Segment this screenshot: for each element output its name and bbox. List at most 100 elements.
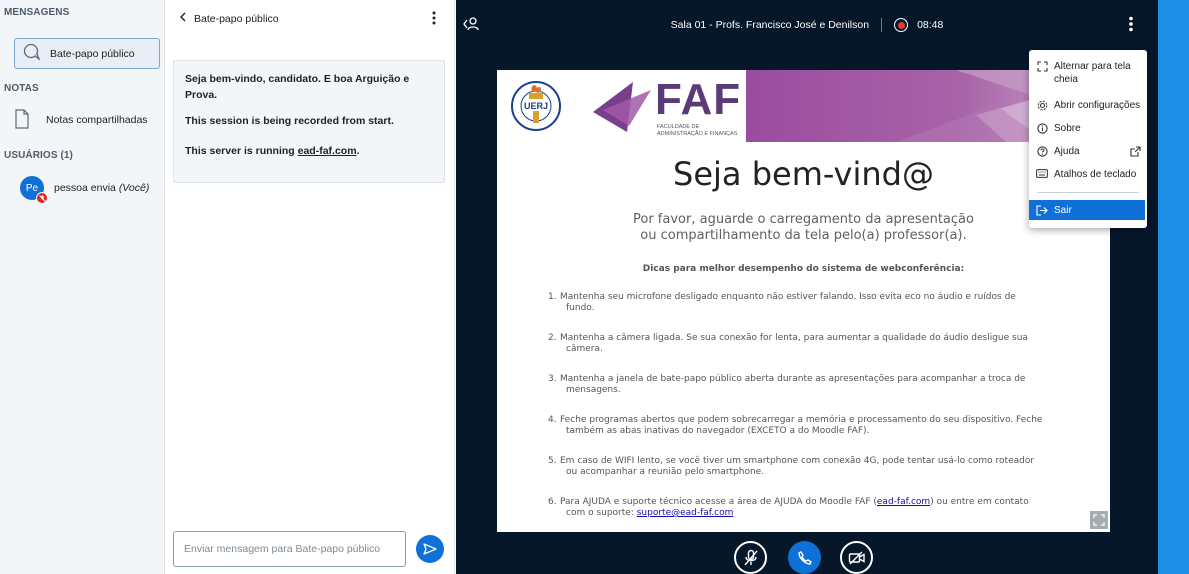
share-webcam-button[interactable] bbox=[840, 541, 873, 574]
menu-item-shortcuts[interactable]: Atalhos de teclado bbox=[1035, 168, 1143, 181]
keyboard-icon bbox=[1035, 169, 1049, 178]
recording-time: 08:48 bbox=[917, 19, 944, 31]
menu-item-about[interactable]: Sobre bbox=[1035, 122, 1143, 135]
tip-item: 3. Mantenha a janela de bate-papo público… bbox=[548, 374, 1088, 415]
server-notice: This server is running ead-faf.com. bbox=[185, 143, 433, 159]
menu-label: Atalhos de teclado bbox=[1054, 169, 1137, 180]
expand-icon bbox=[1093, 514, 1105, 526]
uerj-logo: UERJ bbox=[510, 79, 562, 133]
tip-item: 1. Mantenha seu microfone desligado enqua… bbox=[548, 292, 1088, 333]
send-icon bbox=[423, 543, 437, 555]
conference-app: MENSAGENS Bate-papo público NOTAS Notas … bbox=[0, 0, 1189, 574]
mic-off-icon bbox=[743, 549, 758, 565]
meeting-title-bar: Sala 01 - Profs. Francisco José e Denils… bbox=[456, 18, 1158, 32]
info-icon bbox=[1035, 123, 1049, 134]
tip6-text2: ) ou entre em contato bbox=[930, 497, 1029, 507]
public-chat-item[interactable]: Bate-papo público bbox=[14, 38, 160, 69]
tip-item: 4. Feche programas abertos que podem sobr… bbox=[548, 415, 1088, 456]
menu-divider bbox=[1037, 192, 1139, 193]
users-section-title: USUÁRIOS (1) bbox=[4, 150, 73, 161]
tip-line2: mensagens. bbox=[566, 385, 621, 395]
tip-line1: Mantenha a câmera ligada. Se sua conexão… bbox=[560, 333, 1028, 343]
tip6-text3: com o suporte: bbox=[566, 508, 637, 518]
chevron-left-icon[interactable] bbox=[179, 12, 187, 25]
slide-subtitle-line2: ou compartilhamento da tela pelo(a) prof… bbox=[640, 228, 967, 243]
meeting-title: Sala 01 - Profs. Francisco José e Denils… bbox=[670, 19, 870, 31]
menu-item-fullscreen[interactable]: Alternar para tela cheia bbox=[1035, 60, 1143, 86]
tips-title: Dicas para melhor desempenho do sistema … bbox=[642, 264, 965, 274]
chat-bubble-icon bbox=[22, 43, 42, 64]
faf-logo-text: FAF bbox=[655, 75, 742, 124]
tip-item: 5. Em caso de WIFI lento, se você tiver u… bbox=[548, 456, 1088, 497]
tip-line1: Feche programas abertos que podem sobrec… bbox=[560, 415, 1043, 425]
muted-mic-icon bbox=[36, 192, 48, 204]
slide-subtitle-line1: Por favor, aguarde o carregamento da apr… bbox=[633, 212, 974, 227]
gear-icon bbox=[1035, 100, 1049, 111]
unmute-button[interactable] bbox=[734, 541, 767, 574]
help-icon bbox=[1035, 146, 1049, 157]
external-link-icon bbox=[1130, 146, 1141, 160]
server-link[interactable]: ead-faf.com bbox=[298, 145, 357, 157]
avatar-initials: Pe bbox=[25, 182, 39, 194]
tip-number: 5. bbox=[548, 456, 557, 466]
tip-line2: também as abas inativas do navegador (EX… bbox=[566, 426, 870, 436]
recording-icon[interactable] bbox=[894, 18, 909, 32]
you-label: (Você) bbox=[118, 182, 150, 194]
user-list-panel: MENSAGENS Bate-papo público NOTAS Notas … bbox=[0, 0, 165, 574]
tip-line1: Mantenha seu microfone desligado enquant… bbox=[560, 292, 1016, 302]
options-menu-icon[interactable] bbox=[1128, 16, 1134, 37]
tip6-text1: Para AJUDA e suporte técnico acesse a ár… bbox=[560, 497, 877, 507]
document-icon bbox=[14, 108, 30, 132]
public-chat-label: Bate-papo público bbox=[50, 47, 135, 60]
slide-subtitle: Por favor, aguarde o carregamento da apr… bbox=[497, 212, 1110, 244]
presentation-slide: UERJ FAF FACULDADE DE ADMINISTRAÇÃO E FI… bbox=[497, 70, 1110, 532]
menu-item-help[interactable]: Ajuda bbox=[1035, 145, 1143, 158]
tip-number: 1. bbox=[548, 292, 557, 302]
menu-label: Alternar para tela cheia bbox=[1054, 61, 1131, 85]
chat-message: Seja bem-vindo, candidato. E boa Arguiçã… bbox=[173, 60, 445, 183]
server-suffix: . bbox=[356, 145, 360, 157]
chat-header-title: Bate-papo público bbox=[194, 12, 279, 25]
uerj-logo-text: UERJ bbox=[524, 101, 548, 111]
faf-logo-mark bbox=[593, 82, 651, 137]
phone-icon bbox=[797, 550, 812, 565]
tip-number: 4. bbox=[548, 415, 557, 425]
tip-item: 2. Mantenha a câmera ligada. Se sua conex… bbox=[548, 333, 1088, 374]
tip-number: 6. bbox=[548, 497, 557, 507]
tip-item: 6. Para AJUDA e suporte técnico acesse a … bbox=[548, 497, 1088, 532]
tip-line2: ou acompanhar a reunião pelo smartphone. bbox=[566, 467, 765, 477]
user-item[interactable]: Pe pessoa envia (Você) bbox=[20, 172, 166, 204]
faf-sub-line1: FACULDADE DE bbox=[657, 124, 700, 130]
chat-options-icon[interactable] bbox=[432, 11, 436, 30]
tip-number: 3. bbox=[548, 374, 557, 384]
avatar: Pe bbox=[20, 176, 48, 204]
welcome-message: Seja bem-vindo, candidato. E boa Arguiçã… bbox=[185, 73, 410, 101]
recording-notice: This session is being recorded from star… bbox=[185, 115, 394, 127]
menu-label: Abrir configurações bbox=[1054, 100, 1141, 111]
leave-audio-button[interactable] bbox=[788, 541, 821, 574]
user-name: pessoa envia (Você) bbox=[54, 182, 149, 194]
logout-icon bbox=[1035, 204, 1049, 216]
tip-number: 2. bbox=[548, 333, 557, 343]
chat-message-input[interactable]: Enviar mensagem para Bate-papo público bbox=[173, 531, 406, 567]
chat-header[interactable]: Bate-papo público bbox=[179, 12, 279, 25]
send-message-button[interactable] bbox=[416, 535, 444, 563]
chat-input-placeholder: Enviar mensagem para Bate-papo público bbox=[184, 543, 381, 555]
notes-section-title: NOTAS bbox=[4, 83, 39, 94]
shared-notes-label: Notas compartilhadas bbox=[46, 114, 148, 126]
options-dropdown-menu: Alternar para tela cheia Abrir configura… bbox=[1029, 50, 1147, 228]
menu-label: Sair bbox=[1054, 204, 1072, 216]
help-link[interactable]: ead-faf.com bbox=[877, 497, 930, 507]
tips-list: 1. Mantenha seu microfone desligado enqua… bbox=[548, 292, 1088, 532]
divider bbox=[881, 18, 883, 32]
right-edge-strip bbox=[1158, 0, 1189, 574]
tip-line1: Em caso de WIFI lento, se você tiver um … bbox=[560, 456, 1035, 466]
support-email-link[interactable]: suporte@ead-faf.com bbox=[637, 508, 734, 518]
shared-notes-item[interactable]: Notas compartilhadas bbox=[14, 106, 160, 134]
server-prefix: This server is running bbox=[185, 145, 298, 157]
menu-item-settings[interactable]: Abrir configurações bbox=[1035, 99, 1143, 112]
fullscreen-icon bbox=[1035, 61, 1049, 72]
slide-fullscreen-button[interactable] bbox=[1090, 511, 1108, 529]
menu-item-exit[interactable]: Sair bbox=[1029, 200, 1145, 220]
tip-line2: fundo. bbox=[566, 303, 595, 313]
